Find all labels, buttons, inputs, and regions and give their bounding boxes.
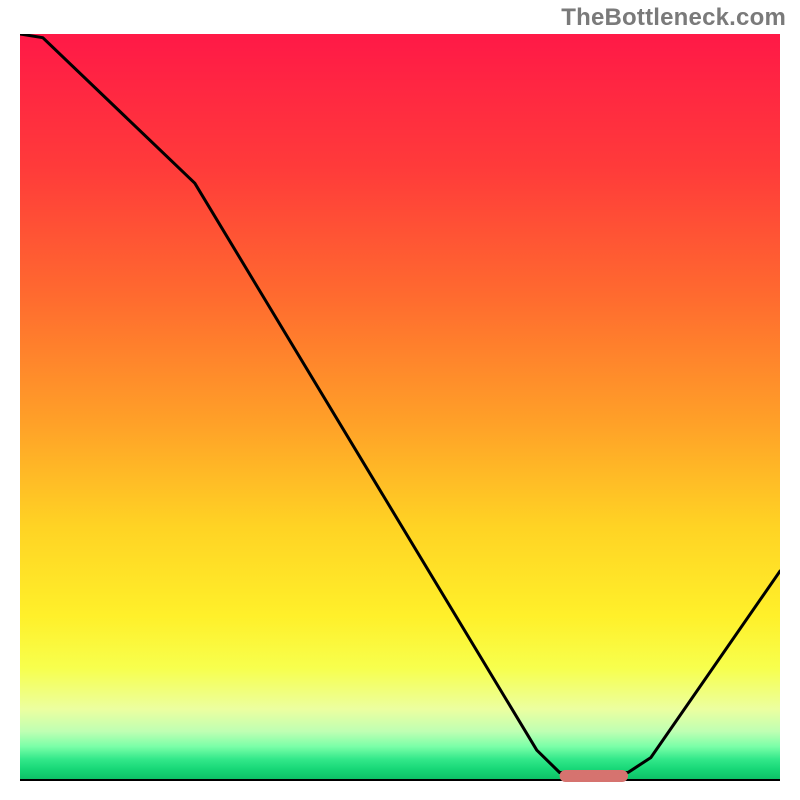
optimal-range-marker xyxy=(560,770,628,782)
gradient-background xyxy=(20,34,780,780)
watermark-text: TheBottleneck.com xyxy=(561,4,786,32)
chart-container: TheBottleneck.com xyxy=(0,0,800,800)
bottleneck-curve-chart xyxy=(0,0,800,800)
